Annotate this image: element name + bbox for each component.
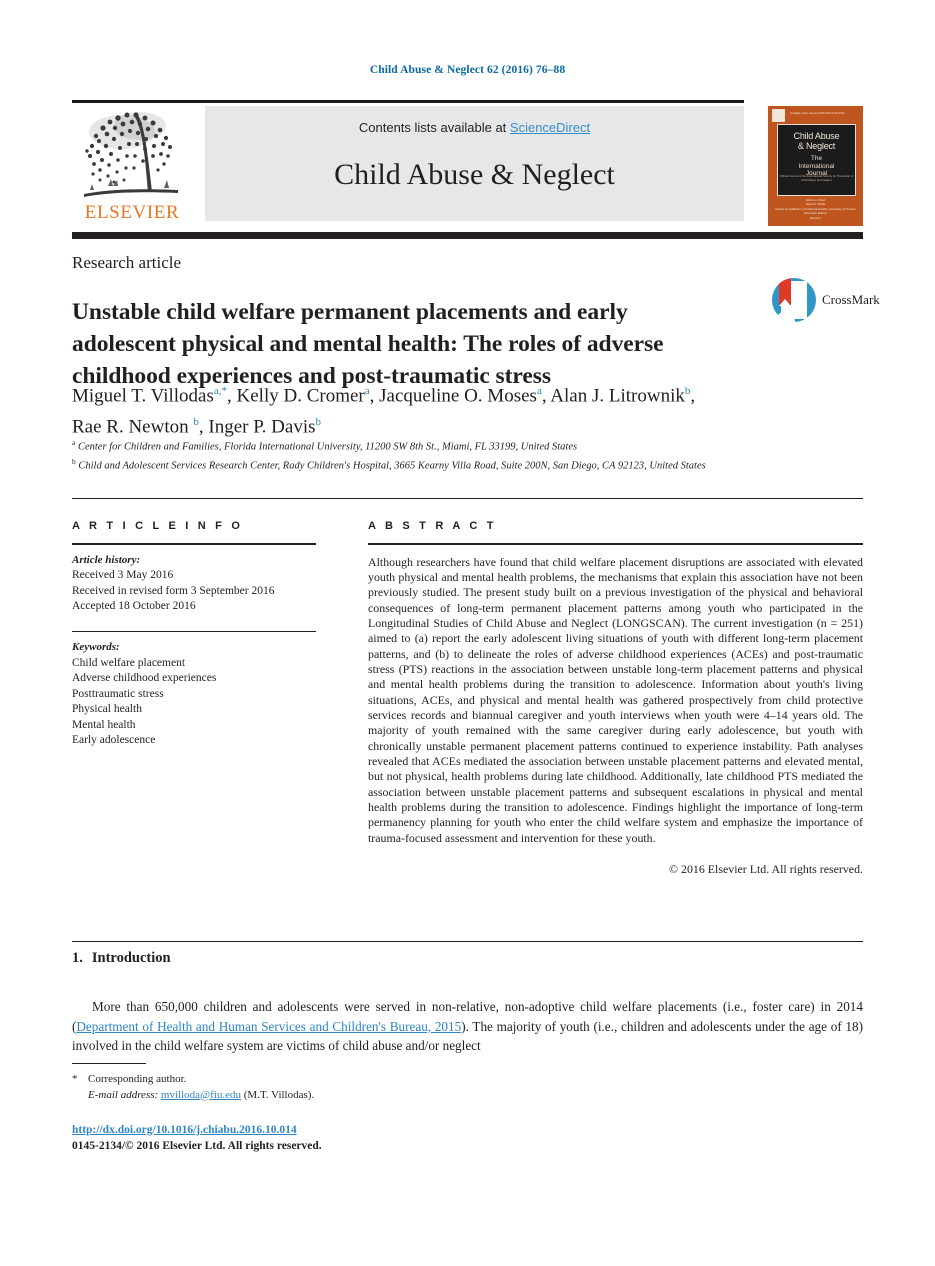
cover-society-line: Official Journal of the International So… bbox=[779, 174, 854, 182]
journal-article-first-page: Child Abuse & Neglect 62 (2016) 76–88 EL… bbox=[0, 0, 935, 1266]
keyword-item: Adverse childhood experiences bbox=[72, 672, 217, 685]
cover-footer-block: Editor-in-Chief David A. Wolfe Centre fo… bbox=[775, 198, 856, 220]
corresponding-author-note: * Corresponding author. bbox=[72, 1072, 492, 1088]
footnote-star-marker: * bbox=[72, 1073, 78, 1085]
abstract-rule bbox=[368, 543, 863, 545]
email-label: E-mail address: bbox=[88, 1088, 159, 1101]
crossmark-badge[interactable]: CrossMark bbox=[772, 278, 880, 322]
affiliation-marker: a bbox=[72, 438, 76, 447]
contents-lists-prefix: Contents lists available at bbox=[358, 120, 510, 135]
inline-citation-link[interactable]: Department of Health and Human Services … bbox=[76, 1019, 461, 1034]
email-note: E-mail address: mvilloda@fiu.edu (M.T. V… bbox=[72, 1088, 492, 1104]
keyword-item: Child welfare placement bbox=[72, 656, 186, 669]
cover-panel: Child Abuse & Neglect The International … bbox=[777, 124, 856, 196]
abstract-heading: A B S T R A C T bbox=[368, 520, 497, 532]
elsevier-logo: ELSEVIER bbox=[72, 106, 192, 224]
article-info-column: A R T I C L E I N F O Article history: R… bbox=[72, 520, 340, 749]
elsevier-tree-icon bbox=[84, 112, 178, 197]
keyword-item: Posttraumatic stress bbox=[72, 687, 164, 700]
sciencedirect-link[interactable]: ScienceDirect bbox=[510, 120, 590, 135]
author-list: Miguel T. Villodasa,*, Kelly D. Cromera,… bbox=[72, 385, 696, 438]
introduction-top-rule bbox=[72, 941, 863, 942]
crossmark-icon bbox=[772, 278, 816, 322]
crossmark-label: CrossMark bbox=[822, 292, 880, 307]
sciencedirect-banner: Contents lists available at ScienceDirec… bbox=[205, 106, 744, 221]
article-category: Research article bbox=[72, 253, 182, 272]
contents-lists-line: Contents lists available at ScienceDirec… bbox=[205, 120, 744, 135]
footnote-rule bbox=[72, 1063, 146, 1065]
keyword-item: Early adolescence bbox=[72, 734, 156, 747]
article-history-item: Received 3 May 2016 bbox=[72, 569, 174, 582]
introduction-heading-text: Introduction bbox=[91, 950, 171, 966]
masthead: ELSEVIER Contents lists available at Sci… bbox=[72, 106, 744, 224]
abstract-copyright: © 2016 Elsevier Ltd. All rights reserved… bbox=[669, 862, 863, 877]
introduction-number: 1. bbox=[72, 950, 83, 966]
cover-top-strip: Available online January 2016 ISSN 0145-… bbox=[790, 112, 845, 115]
abstract-column: A B S T R A C T Although researchers hav… bbox=[368, 520, 863, 877]
masthead-black-band bbox=[72, 232, 863, 239]
footnote-block: * Corresponding author. E-mail address: m… bbox=[72, 1072, 492, 1103]
keyword-item: Physical health bbox=[72, 703, 142, 716]
keywords-rule bbox=[72, 630, 316, 633]
affiliation-item: a Center for Children and Families, Flor… bbox=[72, 436, 862, 455]
running-head-citation: Child Abuse & Neglect 62 (2016) 76–88 bbox=[369, 64, 566, 76]
affiliation-text: Center for Children and Families, Florid… bbox=[77, 441, 578, 453]
corresponding-author-text: Corresponding author. bbox=[88, 1073, 187, 1085]
email-suffix: (M.T. Villodas). bbox=[243, 1088, 315, 1101]
author-email-link[interactable]: mvilloda@fiu.edu bbox=[161, 1089, 241, 1101]
article-info-heading: A R T I C L E I N F O bbox=[72, 520, 244, 532]
doi-link[interactable]: http://dx.doi.org/10.1016/j.chiabu.2016.… bbox=[72, 1124, 297, 1136]
article-history-label: Article history: bbox=[72, 553, 141, 566]
elsevier-wordmark: ELSEVIER bbox=[84, 202, 180, 223]
affiliation-item: b Child and Adolescent Services Research… bbox=[72, 455, 862, 474]
introduction-heading: 1. Introduction bbox=[72, 950, 171, 967]
article-history-item: Accepted 18 October 2016 bbox=[72, 600, 196, 613]
introduction-paragraph: More than 650,000 children and adolescen… bbox=[72, 997, 863, 1056]
cover-title-line1: Child Abuse & Neglect bbox=[793, 131, 840, 151]
keyword-item: Mental health bbox=[72, 718, 136, 731]
masthead-top-rule bbox=[72, 100, 744, 103]
affiliation-text: Child and Adolescent Services Research C… bbox=[78, 460, 706, 472]
abstract-body: Although researchers have found that chi… bbox=[368, 554, 863, 845]
journal-cover-thumbnail[interactable]: Available online January 2016 ISSN 0145-… bbox=[768, 106, 863, 226]
journal-title: Child Abuse & Neglect bbox=[334, 158, 615, 191]
article-history-item: Received in revised form 3 September 201… bbox=[72, 584, 275, 597]
issn-copyright-line: 0145-2134/© 2016 Elsevier Ltd. All right… bbox=[72, 1140, 322, 1152]
article-head-rule bbox=[72, 498, 863, 499]
affiliation-list: a Center for Children and Families, Flor… bbox=[72, 436, 862, 474]
keywords-label: Keywords: bbox=[72, 641, 120, 654]
article-info-rule bbox=[72, 543, 316, 545]
affiliation-marker: b bbox=[72, 457, 76, 466]
cover-elsevier-mark-icon bbox=[772, 109, 785, 122]
